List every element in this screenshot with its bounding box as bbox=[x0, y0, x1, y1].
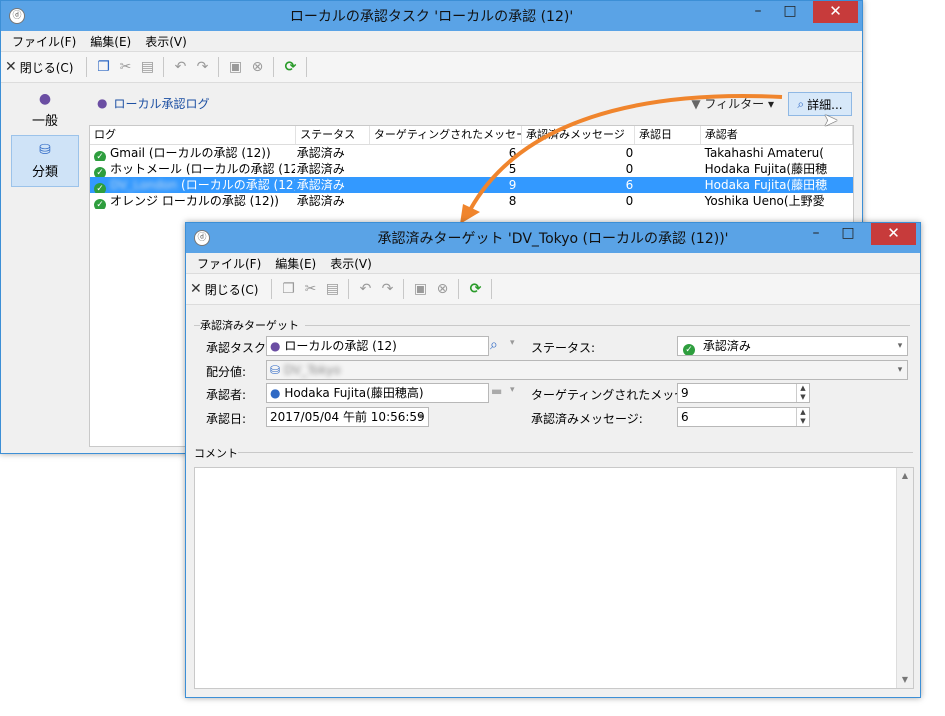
vertical-scrollbar[interactable]: ▲ ▼ bbox=[896, 468, 913, 688]
title-bar[interactable]: ⓓ 承認済みターゲット 'DV_Tokyo (ローカルの承認 (12))' – … bbox=[186, 223, 920, 253]
toolbar-separator bbox=[271, 279, 273, 299]
segment-value: DV_Tokyo bbox=[283, 363, 341, 377]
targeted-field[interactable]: 9 ▲ ▼ bbox=[677, 383, 810, 403]
date-label: 承認日: bbox=[206, 412, 247, 426]
segment-field[interactable]: ⛁ DV_Tokyo ▾ bbox=[266, 360, 908, 380]
segment-label: 配分値: bbox=[206, 365, 247, 379]
app-icon: ⓓ bbox=[194, 230, 210, 246]
search-icon[interactable]: ⌕ bbox=[490, 337, 498, 353]
user-icon: ● bbox=[270, 386, 281, 400]
paste-icon[interactable]: ▤ bbox=[321, 281, 343, 297]
approver-value: Hodaka Fujita(藤田穂高) bbox=[284, 386, 424, 400]
close-label: 閉じる(C) bbox=[204, 282, 259, 297]
status-value: 承認済み bbox=[702, 339, 751, 353]
task-value: ローカルの承認 (12) bbox=[284, 339, 397, 353]
comment-label: コメント bbox=[194, 447, 238, 460]
chevron-down-icon: ▾ bbox=[897, 341, 903, 351]
detail-window: ⓓ 承認済みターゲット 'DV_Tokyo (ローカルの承認 (12))' – … bbox=[185, 222, 921, 698]
cancel-icon[interactable]: ⊗ bbox=[431, 281, 453, 297]
redo-icon[interactable]: ↷ bbox=[376, 281, 398, 297]
close-icon: ✕ bbox=[190, 281, 202, 297]
maximize-button[interactable]: □ bbox=[834, 223, 862, 245]
comment-divider bbox=[238, 452, 913, 453]
chevron-down-icon[interactable]: ▾ bbox=[510, 338, 515, 348]
approved-value: 6 bbox=[681, 410, 689, 424]
toolbar-separator bbox=[348, 279, 350, 299]
approved-target-group: 承認済みターゲット 承認タスク: ● ローカルの承認 (12) ⌕ ▾ ステータ… bbox=[194, 317, 910, 441]
close-button[interactable]: ✕ 閉じる(C) bbox=[190, 281, 258, 298]
chevron-down-icon: ▾ bbox=[418, 412, 424, 422]
menu-edit[interactable]: 編集(E) bbox=[275, 255, 316, 272]
date-value: 2017/05/04 午前 10:56:59 bbox=[270, 410, 425, 424]
copy-icon[interactable]: ❐ bbox=[277, 281, 299, 297]
minimize-button[interactable]: – bbox=[802, 223, 830, 245]
spin-buttons[interactable]: ▲ ▼ bbox=[796, 408, 809, 426]
comment-textarea[interactable]: ▲ ▼ bbox=[194, 467, 914, 689]
menu-view[interactable]: 表示(V) bbox=[330, 255, 372, 272]
menu-file[interactable]: ファイル(F) bbox=[197, 255, 261, 272]
scroll-down-icon[interactable]: ▼ bbox=[897, 672, 913, 688]
toolbar-separator bbox=[403, 279, 405, 299]
approved-field[interactable]: 6 ▲ ▼ bbox=[677, 407, 810, 427]
save-icon[interactable]: ▣ bbox=[409, 281, 431, 297]
chevron-down-icon: ▾ bbox=[897, 365, 903, 375]
close-window-button[interactable]: ✕ bbox=[871, 223, 916, 245]
targeted-value: 9 bbox=[681, 386, 689, 400]
folder-icon[interactable]: ▬ bbox=[491, 384, 502, 398]
mouse-cursor-icon: ➤ bbox=[823, 110, 839, 131]
undo-icon[interactable]: ↶ bbox=[354, 281, 376, 297]
approver-field[interactable]: ● Hodaka Fujita(藤田穂高) bbox=[266, 383, 489, 403]
status-select[interactable]: ✓ 承認済み ▾ bbox=[677, 336, 908, 356]
task-label: 承認タスク: bbox=[206, 341, 271, 355]
refresh-icon[interactable]: ⟳ bbox=[464, 281, 486, 297]
toolbar: ✕ 閉じる(C) ❐ ✂ ▤ ↶ ↷ ▣ ⊗ ⟳ bbox=[186, 273, 920, 305]
arrow-path bbox=[468, 94, 783, 211]
status-label: ステータス: bbox=[531, 341, 596, 355]
check-icon: ✓ bbox=[683, 344, 695, 355]
task-field[interactable]: ● ローカルの承認 (12) bbox=[266, 336, 489, 356]
scroll-up-icon[interactable]: ▲ bbox=[897, 468, 913, 484]
cut-icon[interactable]: ✂ bbox=[299, 281, 321, 297]
menu-bar: ファイル(F) 編集(E) 表示(V) bbox=[186, 253, 920, 273]
chevron-down-icon[interactable]: ▾ bbox=[510, 385, 515, 395]
date-field[interactable]: 2017/05/04 午前 10:56:59 ▾ bbox=[266, 407, 429, 427]
approver-label: 承認者: bbox=[206, 388, 247, 402]
group-title: 承認済みターゲット bbox=[200, 317, 305, 333]
approved-label: 承認済みメッセージ: bbox=[531, 412, 643, 426]
toolbar-separator bbox=[491, 279, 493, 299]
spin-buttons[interactable]: ▲ ▼ bbox=[796, 384, 809, 402]
user-icon: ● bbox=[270, 339, 281, 353]
window-title: 承認済みターゲット 'DV_Tokyo (ローカルの承認 (12))' bbox=[377, 231, 729, 247]
database-icon: ⛁ bbox=[270, 363, 281, 377]
toolbar-separator bbox=[458, 279, 460, 299]
